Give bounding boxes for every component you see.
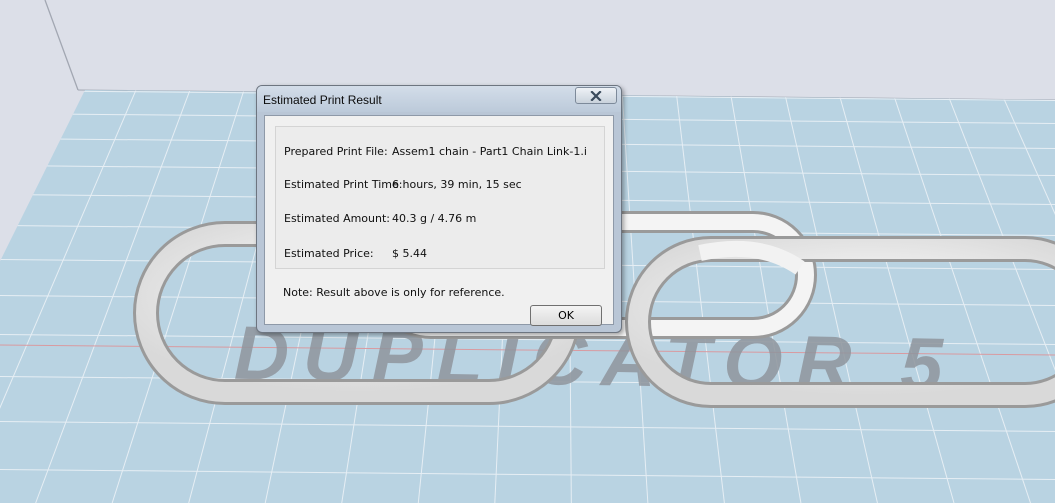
- field-label: Estimated Print Time:: [284, 178, 403, 191]
- result-group-box: Prepared Print File: Assem1 chain - Part…: [275, 126, 605, 269]
- field-value: $ 5.44: [392, 247, 427, 260]
- field-label: Estimated Amount:: [284, 212, 390, 225]
- dialog-body: Prepared Print File: Assem1 chain - Part…: [264, 115, 614, 326]
- dialog-title: Estimated Print Result: [263, 93, 382, 107]
- field-label: Estimated Price:: [284, 247, 374, 260]
- field-value: Assem1 chain - Part1 Chain Link-1.i: [392, 145, 587, 158]
- wall-edge-left: [44, 0, 79, 91]
- reference-note: Note: Result above is only for reference…: [283, 286, 505, 299]
- close-icon: [590, 90, 602, 101]
- close-button[interactable]: [575, 87, 617, 104]
- ok-button[interactable]: OK: [530, 305, 602, 326]
- estimated-print-result-dialog: Estimated Print Result Prepared Print Fi…: [256, 85, 622, 333]
- field-value: 40.3 g / 4.76 m: [392, 212, 477, 225]
- field-label: Prepared Print File:: [284, 145, 388, 158]
- dialog-titlebar[interactable]: Estimated Print Result: [257, 86, 621, 112]
- field-value: 6 hours, 39 min, 15 sec: [392, 178, 522, 191]
